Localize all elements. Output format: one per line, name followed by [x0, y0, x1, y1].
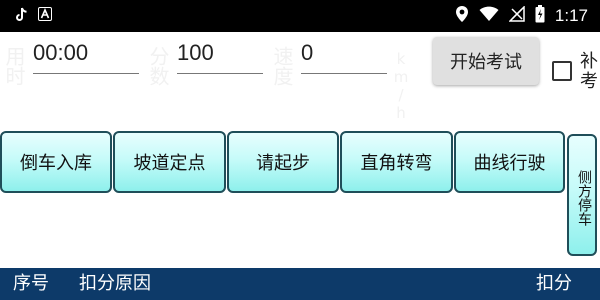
- tiktok-icon: [14, 6, 28, 22]
- start-off-button[interactable]: 请起步: [227, 131, 339, 193]
- wifi-icon: [479, 6, 499, 26]
- header-index: 序号: [13, 273, 49, 294]
- score-label: 分数: [146, 46, 170, 86]
- time-value: 00:00: [33, 40, 89, 65]
- speed-field[interactable]: 0: [301, 34, 387, 74]
- signal-icon: [508, 5, 525, 26]
- side-parking-button[interactable]: 侧方停车: [567, 134, 597, 256]
- right-angle-turn-button[interactable]: 直角转弯: [340, 131, 453, 193]
- retake-checkbox[interactable]: [552, 61, 572, 81]
- reverse-parking-button[interactable]: 倒车入库: [0, 131, 112, 193]
- a-badge-icon: [38, 6, 52, 22]
- speed-underline: [301, 73, 387, 74]
- time-field[interactable]: 00:00: [33, 34, 139, 74]
- status-time: 1:17: [554, 6, 588, 25]
- retake-label: 补考: [580, 51, 598, 92]
- battery-icon: [535, 5, 545, 27]
- start-exam-button[interactable]: 开始考试: [433, 37, 539, 85]
- score-value: 100: [177, 40, 214, 65]
- curve-driving-button[interactable]: 曲线行驶: [454, 131, 565, 193]
- speed-label: 速度: [270, 46, 294, 86]
- location-icon: [455, 5, 469, 27]
- hill-start-button[interactable]: 坡道定点: [113, 131, 226, 193]
- status-bar: 1:17: [0, 0, 600, 32]
- header-reason: 扣分原因: [79, 273, 151, 294]
- time-underline: [33, 73, 139, 74]
- score-underline: [177, 73, 263, 74]
- score-field[interactable]: 100: [177, 34, 263, 74]
- speed-unit: km/h: [392, 50, 410, 122]
- speed-value: 0: [301, 40, 314, 65]
- deduction-table-header: 序号 扣分原因 扣分: [0, 268, 600, 300]
- header-points: 扣分: [536, 273, 572, 294]
- time-label: 用时: [2, 46, 26, 86]
